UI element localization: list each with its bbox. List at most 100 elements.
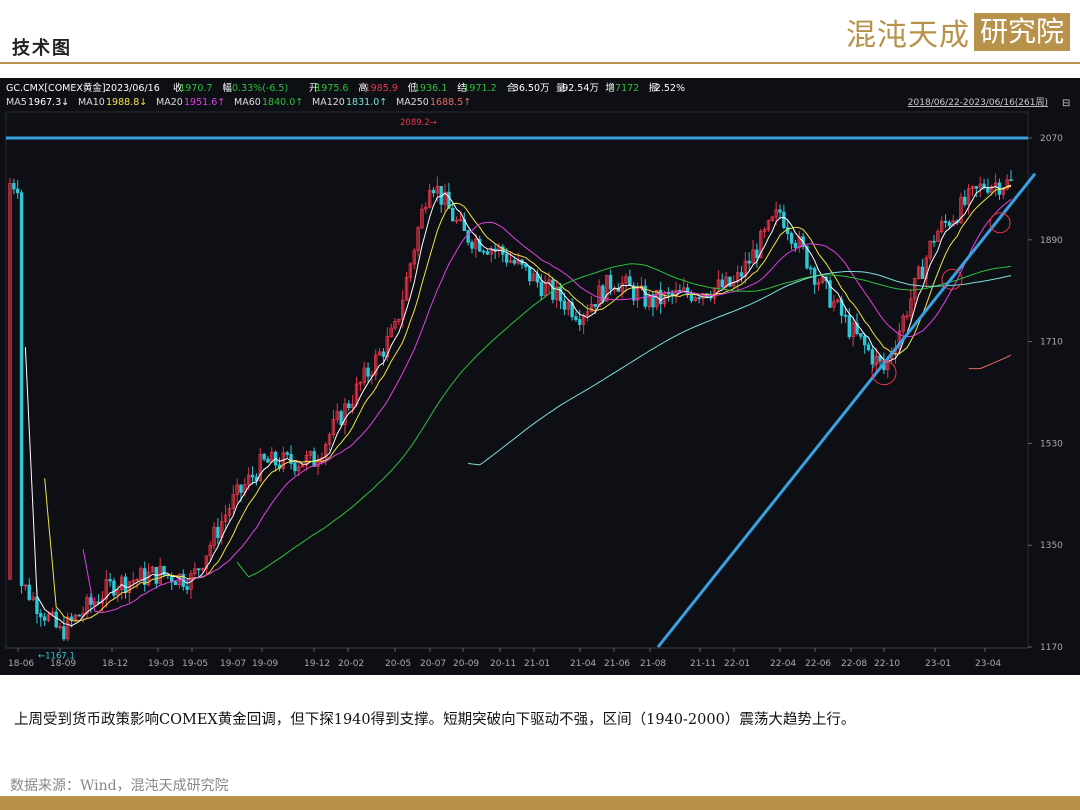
x-tick-label-21: 22-08 — [841, 659, 867, 669]
chart-caption: 上周受到货币政策影响COMEX黄金回调，但下探1940得到支撑。短期突破向下驱动… — [14, 712, 856, 728]
candle-body — [859, 333, 863, 337]
ma-label-2: MA20 — [156, 97, 183, 108]
candle-body — [42, 616, 47, 621]
candle-body — [366, 367, 370, 377]
ma-value-2: 1951.6↑ — [184, 97, 225, 108]
ma-value-1: 1988.8↓ — [106, 97, 147, 108]
candle-body — [123, 576, 128, 594]
x-tick-label-8: 20-02 — [338, 659, 364, 669]
x-tick-label-19: 22-04 — [770, 659, 796, 669]
candle-body — [720, 279, 724, 288]
candle-body — [285, 452, 289, 455]
x-tick-label-15: 21-06 — [604, 659, 630, 669]
candle-body — [782, 211, 786, 228]
min-annotation: ←1167.1 — [38, 652, 75, 662]
candle-body — [108, 579, 112, 582]
candle-body — [666, 292, 671, 295]
candle-body — [512, 260, 517, 264]
x-tick-label-13: 21-01 — [524, 659, 550, 669]
x-tick-label-9: 20-05 — [385, 659, 411, 669]
x-tick-label-16: 21-08 — [640, 659, 666, 669]
y-tick-label-5: 1170 — [1040, 643, 1063, 653]
candle-body — [481, 250, 486, 253]
company-logo: 混沌天成 研究院 — [846, 12, 1071, 53]
candle-body — [739, 272, 744, 277]
candle-body — [77, 614, 81, 617]
ma-label-1: MA10 — [78, 97, 105, 108]
ma-label-4: MA120 — [312, 97, 345, 108]
ma-label-5: MA250 — [396, 97, 429, 108]
candle-body — [466, 230, 470, 243]
candle-body — [196, 568, 201, 571]
candle-body — [216, 526, 220, 539]
amp-value: 2.52% — [655, 83, 685, 94]
candle-body — [62, 626, 66, 640]
candle-body — [866, 344, 871, 351]
data-source: 数据来源：Wind，混沌天成研究院 — [10, 778, 229, 794]
max-annotation: 2089.2→ — [400, 118, 437, 128]
candle-body — [431, 189, 436, 194]
ma-label-0: MA5 — [6, 97, 27, 108]
candlestick-chart: GC.CMX[COMEX黄金] 2023/06/16 收 1970.7 幅 -0.33%(… — [0, 78, 1080, 675]
candle-body — [39, 613, 43, 618]
quote-date: 2023/06/16 — [105, 83, 160, 94]
candle-body — [947, 222, 952, 226]
x-tick-label-3: 19-03 — [148, 659, 174, 669]
candle-body — [15, 188, 20, 194]
candle-body — [558, 286, 563, 302]
x-tick-label-24: 23-04 — [975, 659, 1001, 669]
x-tick-label-11: 20-09 — [453, 659, 479, 669]
candle-body — [574, 316, 578, 320]
candle-body — [19, 192, 24, 587]
low-value: 1936.1 — [414, 83, 447, 94]
candle-body — [524, 263, 528, 268]
candle-body — [504, 253, 509, 263]
candle-body — [863, 335, 867, 346]
chart-svg: GC.CMX[COMEX黄金] 2023/06/16 收1970.7 幅-0.33%(… — [0, 78, 1080, 669]
candle-body — [685, 287, 690, 295]
y-tick-label-4: 1350 — [1040, 541, 1063, 551]
candle-body — [35, 596, 39, 614]
candle-body — [628, 276, 632, 286]
candle-body — [27, 584, 31, 600]
candle-body — [870, 349, 875, 365]
ma5-line — [24, 184, 1012, 627]
candle-body — [493, 248, 497, 251]
y-tick-label-0: 2070 — [1040, 134, 1063, 144]
ma10-line — [44, 186, 1012, 622]
close-value: 1970.7 — [179, 83, 212, 94]
candle-body — [747, 260, 751, 264]
candle-body — [778, 209, 782, 213]
ma250-line — [968, 354, 1012, 370]
y-tick-label-1: 1890 — [1040, 236, 1063, 246]
candle-body — [943, 220, 948, 223]
candle-body — [262, 454, 266, 460]
quote-symbol: GC.CMX[COMEX黄金] — [6, 82, 106, 94]
x-tick-label-17: 21-11 — [690, 659, 716, 669]
logo-box: 研究院 — [974, 13, 1071, 51]
candle-body — [266, 458, 270, 463]
candle-body — [658, 289, 663, 305]
candle-body — [143, 568, 147, 585]
x-tick-label-4: 19-05 — [182, 659, 208, 669]
ma20-line — [82, 198, 1012, 614]
candle-body — [593, 303, 597, 307]
ma-label-3: MA60 — [234, 97, 261, 108]
candle-body — [485, 251, 490, 255]
page-title: 技术图 — [12, 38, 72, 59]
footer-bar — [0, 796, 1080, 810]
x-tick-label-0: 18-06 — [8, 659, 34, 669]
candle-body — [689, 293, 694, 301]
y-tick-label-2: 1710 — [1040, 338, 1063, 348]
candle-body — [112, 580, 116, 596]
change-value: -0.33%(-6.5) — [229, 83, 289, 94]
candle-body — [381, 351, 386, 357]
x-tick-label-7: 19-12 — [304, 659, 330, 669]
vol-value: 92.54万 — [562, 83, 599, 94]
candle-body — [755, 249, 759, 258]
candle-body — [12, 183, 16, 190]
title-divider — [0, 62, 1080, 64]
trendline — [656, 172, 1037, 648]
x-tick-label-2: 18-12 — [102, 659, 128, 669]
candle-body — [974, 186, 979, 189]
